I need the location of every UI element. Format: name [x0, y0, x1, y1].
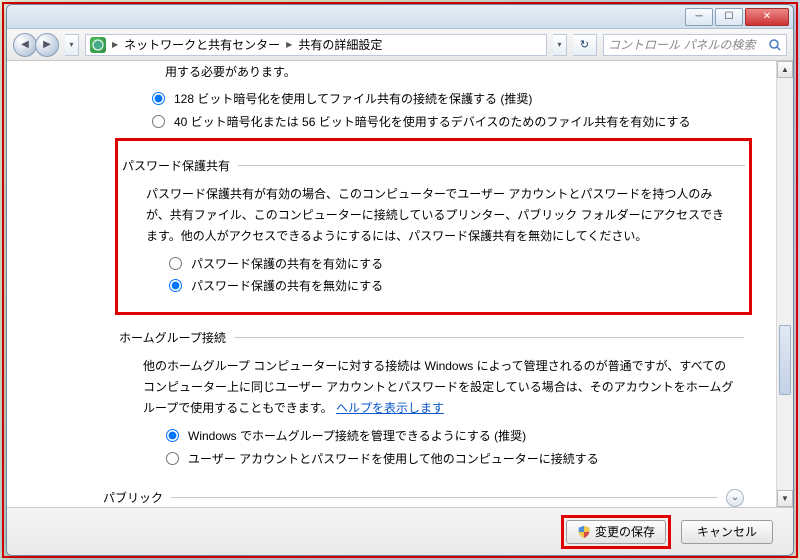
divider — [171, 497, 718, 498]
search-icon — [768, 38, 782, 52]
divider — [238, 165, 745, 166]
scroll-pane: 用する必要があります。 128 ビット暗号化を使用してファイル共有の接続を保護す… — [7, 61, 776, 507]
title-bar: ─ ☐ ✕ — [7, 5, 793, 29]
scroll-thumb[interactable] — [779, 325, 791, 395]
help-link[interactable]: ヘルプを表示します — [336, 401, 444, 415]
password-sharing-highlight: パスワード保護共有 パスワード保護共有が有効の場合、このコンピューターでユーザー… — [115, 138, 752, 316]
maximize-icon: ☐ — [725, 11, 734, 22]
group-title: ホームグループ接続 — [119, 329, 226, 346]
radio-label: パスワード保護の共有を無効にする — [191, 275, 383, 298]
radio-label: Windows でホームグループ接続を管理できるようにする (推奨) — [188, 425, 526, 448]
forward-button[interactable]: ▶ — [35, 33, 59, 57]
group-header-password: パスワード保護共有 — [122, 157, 745, 174]
content-area: 用する必要があります。 128 ビット暗号化を使用してファイル共有の接続を保護す… — [7, 61, 793, 507]
divider — [234, 337, 744, 338]
uac-shield-icon — [577, 525, 591, 539]
breadcrumb-2[interactable]: 共有の詳細設定 — [298, 36, 382, 53]
scroll-up-button[interactable]: ▲ — [777, 61, 793, 78]
radio-password-on[interactable]: パスワード保護の共有を有効にする — [146, 253, 735, 276]
radio-input[interactable] — [166, 452, 179, 465]
network-center-icon — [90, 37, 106, 53]
save-button-highlight: 変更の保存 — [561, 515, 671, 549]
group-body-homegroup: 他のホームグループ コンピューターに対する接続は Windows によって管理さ… — [119, 352, 744, 475]
group-body-password: パスワード保護共有が有効の場合、このコンピューターでユーザー アカウントとパスワ… — [122, 180, 745, 303]
window-frame: ─ ☐ ✕ ◀ ▶ ▾ ▶ ネットワークと共有センター ▶ 共有の詳細設定 ▾ … — [6, 4, 794, 556]
scroll-track[interactable] — [777, 78, 793, 490]
group-title: パスワード保護共有 — [122, 157, 230, 174]
cancel-button-label: キャンセル — [697, 523, 757, 540]
radio-input[interactable] — [169, 279, 182, 292]
breadcrumb-sep: ▶ — [112, 40, 118, 49]
breadcrumb-sep: ▶ — [286, 40, 292, 49]
radio-homegroup-windows[interactable]: Windows でホームグループ接続を管理できるようにする (推奨) — [143, 425, 734, 448]
radio-input[interactable] — [152, 92, 165, 105]
scroll-down-button[interactable]: ▼ — [777, 490, 793, 507]
nav-bar: ◀ ▶ ▾ ▶ ネットワークと共有センター ▶ 共有の詳細設定 ▾ ↻ コントロ… — [7, 29, 793, 61]
radio-input[interactable] — [166, 429, 179, 442]
radio-label: パスワード保護の共有を有効にする — [191, 253, 383, 276]
password-description: パスワード保護共有が有効の場合、このコンピューターでユーザー アカウントとパスワ… — [146, 184, 735, 247]
back-button[interactable]: ◀ — [13, 33, 37, 57]
footer-bar: 変更の保存 キャンセル — [7, 507, 793, 555]
radio-input[interactable] — [169, 257, 182, 270]
minimize-button[interactable]: ─ — [685, 8, 713, 26]
group-header-public[interactable]: パブリック ⌄ — [103, 489, 744, 507]
radio-password-off[interactable]: パスワード保護の共有を無効にする — [146, 275, 735, 298]
history-dropdown[interactable]: ▾ — [65, 34, 79, 56]
search-input[interactable]: コントロール パネルの検索 — [603, 34, 787, 56]
save-button-label: 変更の保存 — [595, 523, 655, 540]
close-icon: ✕ — [763, 11, 771, 22]
truncated-text: 用する必要があります。 — [129, 63, 764, 80]
address-bar[interactable]: ▶ ネットワークと共有センター ▶ 共有の詳細設定 — [85, 34, 547, 56]
radio-homegroup-account[interactable]: ユーザー アカウントとパスワードを使用して他のコンピューターに接続する — [143, 448, 734, 471]
group-header-homegroup: ホームグループ接続 — [119, 329, 744, 346]
vertical-scrollbar[interactable]: ▲ ▼ — [776, 61, 793, 507]
back-forward-group: ◀ ▶ — [13, 33, 59, 57]
minimize-icon: ─ — [695, 11, 702, 22]
expand-icon[interactable]: ⌄ — [726, 489, 744, 507]
save-changes-button[interactable]: 変更の保存 — [566, 520, 666, 544]
radio-input[interactable] — [152, 115, 165, 128]
maximize-button[interactable]: ☐ — [715, 8, 743, 26]
radio-label: ユーザー アカウントとパスワードを使用して他のコンピューターに接続する — [188, 448, 599, 471]
radio-encryption-128[interactable]: 128 ビット暗号化を使用してファイル共有の接続を保護する (推奨) — [129, 88, 764, 111]
search-placeholder: コントロール パネルの検索 — [608, 36, 755, 53]
radio-encryption-40-56[interactable]: 40 ビット暗号化または 56 ビット暗号化を使用するデバイスのためのファイル共… — [129, 111, 764, 134]
close-button[interactable]: ✕ — [745, 8, 789, 26]
cancel-button[interactable]: キャンセル — [681, 520, 773, 544]
radio-label: 40 ビット暗号化または 56 ビット暗号化を使用するデバイスのためのファイル共… — [174, 111, 690, 134]
group-title: パブリック — [103, 489, 163, 506]
radio-label: 128 ビット暗号化を使用してファイル共有の接続を保護する (推奨) — [174, 88, 532, 111]
address-dropdown[interactable]: ▾ — [553, 34, 567, 56]
refresh-button[interactable]: ↻ — [573, 34, 597, 56]
breadcrumb-1[interactable]: ネットワークと共有センター — [124, 36, 280, 53]
